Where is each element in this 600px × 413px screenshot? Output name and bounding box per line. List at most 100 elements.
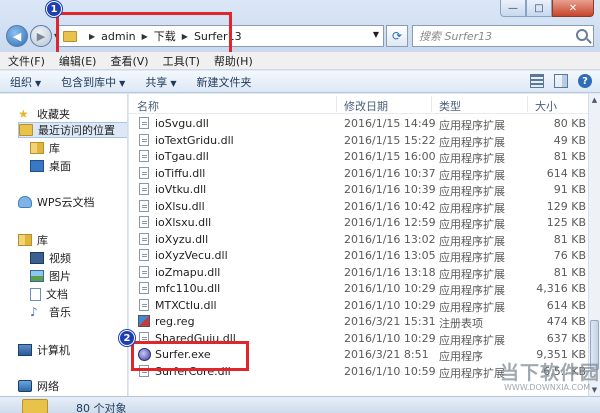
file-type: 应用程序 [439,350,483,363]
file-type: 应用程序扩展 [439,185,505,198]
menu-tools[interactable]: 工具(T) [163,53,200,69]
column-divider[interactable] [431,96,432,112]
scroll-up-icon[interactable]: ▲ [589,94,600,106]
table-row[interactable]: ioTiffu.dll 2016/1/16 10:37 应用程序扩展 614 KB [129,166,588,182]
sidebar-item-documents[interactable]: 文档 [30,286,68,302]
step-badge-2: 2 [119,330,135,346]
sidebar-item-wps[interactable]: WPS云文档 [18,194,95,210]
dll-file-icon [139,298,149,311]
menu-file[interactable]: 文件(F) [8,53,45,69]
table-row[interactable]: ioTgau.dll 2016/1/15 16:00 应用程序扩展 81 KB [129,149,588,165]
table-row[interactable]: ioXlsu.dll 2016/1/16 10:42 应用程序扩展 129 KB [129,199,588,215]
sidebar-item-label: 网络 [37,380,59,393]
document-icon [30,287,41,301]
dll-file-icon [139,150,149,162]
scroll-down-icon[interactable]: ▼ [589,384,600,396]
menu-help[interactable]: 帮助(H) [214,53,253,69]
file-type: 应用程序扩展 [439,333,505,347]
music-note-icon: ♪ [30,305,38,319]
sidebar-item-recent[interactable]: 最近访问的位置 [18,122,127,138]
network-icon [18,380,32,392]
sidebar-item-label: WPS云文档 [37,196,95,209]
file-date: 2016/1/16 10:37 [344,166,436,180]
vertical-scrollbar[interactable]: ▲ ▼ [588,94,600,396]
include-label: 包含到库中 [61,75,117,89]
sidebar-item-video[interactable]: 视频 [30,250,71,266]
preview-pane-icon[interactable] [554,74,568,88]
close-button[interactable]: ✕ [552,0,594,17]
maximize-button[interactable]: □ [526,0,552,17]
menu-view[interactable]: 查看(V) [110,53,148,69]
scrollbar-thumb[interactable] [590,320,599,370]
file-date: 2016/1/16 13:02 [344,232,436,246]
column-divider[interactable] [336,96,337,112]
sidebar-item-network[interactable]: 网络 [18,378,59,394]
forward-button[interactable]: ▶ [30,25,52,47]
menu-bar: 文件(F) 编辑(E) 查看(V) 工具(T) 帮助(H) [0,52,600,70]
file-date: 2016/1/15 15:22 [344,133,436,147]
include-in-library-button[interactable]: 包含到库中 ▼ [61,74,125,90]
menu-edit[interactable]: 编辑(E) [59,53,97,69]
table-row[interactable]: ioTextGridu.dll 2016/1/15 15:22 应用程序扩展 49 K… [129,133,588,149]
table-row[interactable]: ioVtku.dll 2016/1/16 10:39 应用程序扩展 91 KB [129,182,588,198]
sidebar-item-favorites[interactable]: ★ 收藏夹 [18,106,70,122]
file-name: ioTextGridu.dll [155,133,234,147]
search-input[interactable]: 搜索 Surfer13 [412,25,594,47]
table-row[interactable]: ioXyzu.dll 2016/1/16 13:02 应用程序扩展 81 KB [129,232,588,248]
file-type: 应用程序扩展 [439,267,505,281]
file-size: 76 KB [553,249,586,262]
table-row[interactable]: ioXlsxu.dll 2016/1/16 12:59 应用程序扩展 125 KB [129,215,588,231]
library-icon [18,234,32,246]
file-name: ioZmapu.dll [155,265,221,279]
sidebar-item-libraries[interactable]: 库 [18,232,48,248]
dll-file-icon [139,199,149,212]
picture-icon [30,270,44,282]
table-row[interactable]: ioXyzVecu.dll 2016/1/16 13:05 应用程序扩展 76 KB [129,248,588,264]
sidebar-item-pictures[interactable]: 图片 [30,268,71,284]
refresh-button[interactable]: ⟳ [386,25,408,47]
dll-file-icon [139,265,149,278]
table-row[interactable]: ioSvgu.dll 2016/1/15 14:49 应用程序扩展 80 KB [129,116,588,132]
sidebar-item-computer[interactable]: 计算机 [18,342,70,358]
column-divider[interactable] [527,96,528,112]
chevron-down-icon[interactable]: ▼ [373,30,379,39]
file-name: ioVtku.dll [155,183,207,196]
column-header-date[interactable]: 修改日期 [344,98,388,114]
view-options-icon[interactable] [530,74,544,88]
file-type: 应用程序扩展 [439,135,505,149]
sidebar-item-label: 计算机 [37,344,70,357]
file-name: reg.reg [155,315,195,328]
file-size: 91 KB [553,183,586,196]
arrow-left-icon: ◀ [12,29,22,43]
navigation-pane: ★ 收藏夹 最近访问的位置 库 桌面 WPS云文档 库 视频 图片 文档 ♪ 音… [0,94,128,396]
minimize-button[interactable]: — [500,0,526,17]
file-date: 2016/1/10 10:29 [344,298,436,312]
column-header-size[interactable]: 大小 [535,98,557,114]
organize-button[interactable]: 组织 ▼ [10,74,41,90]
share-label: 共享 [145,75,168,89]
sidebar-item-library-fav[interactable]: 库 [30,140,60,156]
table-row[interactable]: reg.reg 2016/3/21 15:31 注册表项 474 KB [129,314,588,330]
dll-file-icon [139,166,149,179]
table-row[interactable]: MTXCtlu.dll 2016/1/10 10:29 应用程序扩展 614 KB [129,298,588,314]
share-button[interactable]: 共享 ▼ [145,74,176,90]
sidebar-item-desktop[interactable]: 桌面 [30,158,71,174]
help-icon[interactable]: ? [578,74,592,88]
back-button[interactable]: ◀ [6,25,28,47]
column-header-name[interactable]: 名称 [137,98,159,114]
file-date: 2016/1/16 13:05 [344,249,436,262]
new-folder-button[interactable]: 新建文件夹 [196,74,251,90]
arrow-right-icon: ▶ [36,29,46,43]
file-name: ioTgau.dll [155,150,209,163]
sidebar-item-music[interactable]: ♪ 音乐 [30,304,71,320]
sidebar-item-label: 文档 [46,288,68,301]
file-size: 614 KB [546,298,586,312]
column-header-type[interactable]: 类型 [439,98,461,114]
search-icon[interactable] [576,29,588,41]
file-size: 637 KB [546,331,586,345]
file-name: ioXlsxu.dll [155,216,212,229]
dll-file-icon [139,183,149,195]
highlight-box-surfer-exe [131,341,249,371]
table-row[interactable]: mfc110u.dll 2016/1/10 10:29 应用程序扩展 4,316 KB [129,281,588,297]
table-row[interactable]: ioZmapu.dll 2016/1/16 13:18 应用程序扩展 81 KB [129,265,588,281]
